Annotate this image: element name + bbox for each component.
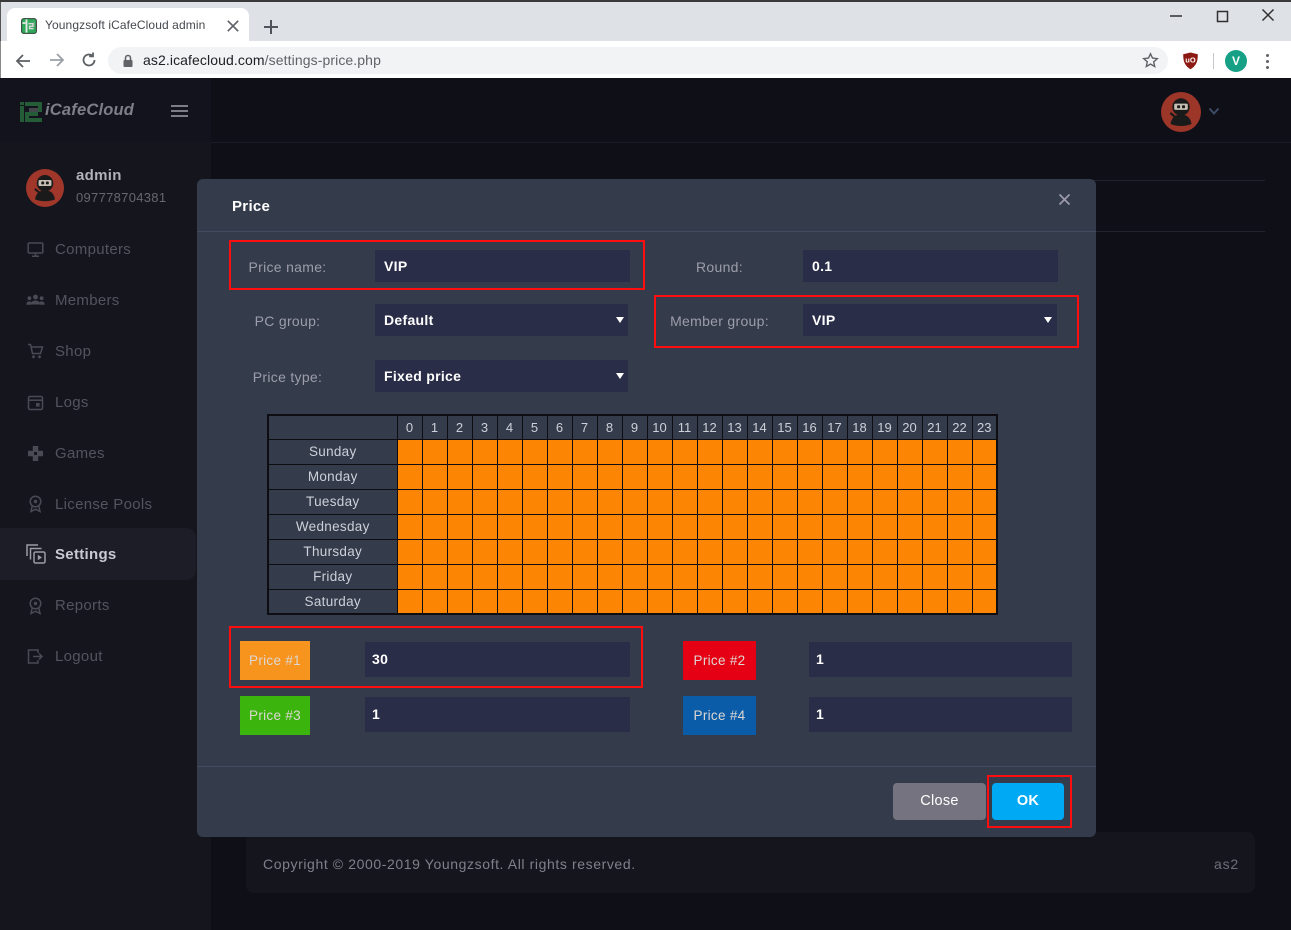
svg-text:uO: uO [1185,56,1196,65]
